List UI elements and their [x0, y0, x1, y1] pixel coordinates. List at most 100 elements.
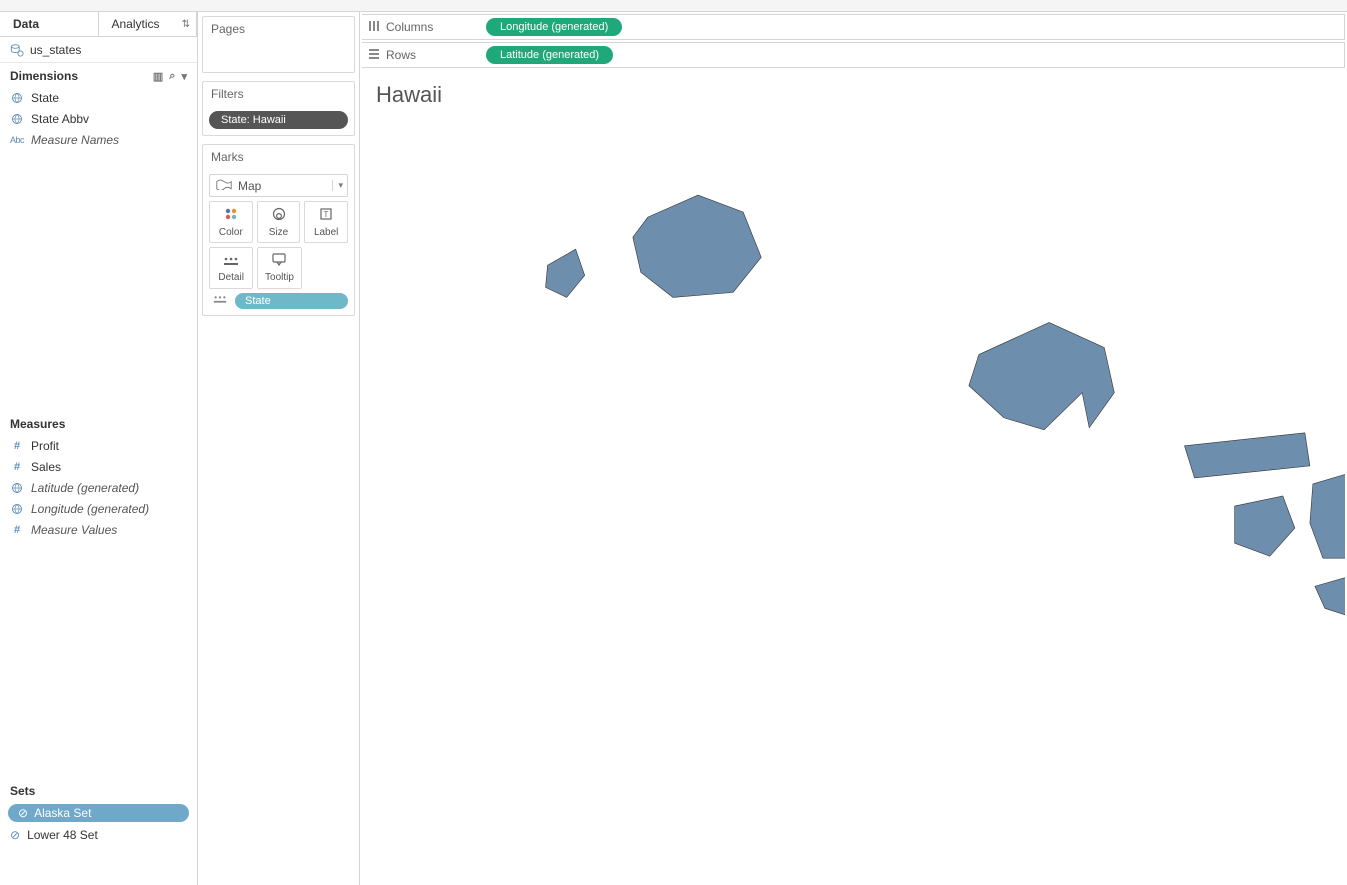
globe-icon	[10, 481, 24, 495]
view-grid-icon[interactable]: ▥	[153, 70, 163, 83]
mark-color[interactable]: Color	[209, 201, 253, 243]
set-alaska-label: Alaska Set	[34, 806, 91, 820]
rows-shelf[interactable]: Rows Latitude (generated)	[362, 42, 1345, 68]
dimensions-label: Dimensions	[10, 69, 78, 83]
set-alaska[interactable]: ⊘ Alaska Set	[8, 804, 189, 822]
app-toolbar	[0, 0, 1347, 12]
data-pane: Data Analytics ⇅ us_states Dimensions ▥ …	[0, 12, 198, 885]
island-kahoolawe	[1315, 576, 1345, 616]
dimensions-header: Dimensions ▥ ⌕ ▾	[0, 63, 197, 87]
field-measure-names-label: Measure Names	[31, 133, 119, 147]
mark-size[interactable]: Size	[257, 201, 301, 243]
field-measure-names[interactable]: Abc Measure Names	[0, 129, 197, 150]
tab-data-label: Data	[13, 17, 39, 31]
mark-detail-label: Detail	[218, 272, 244, 283]
cards-pane: Pages Filters State: Hawaii Marks Map ▾	[198, 12, 360, 885]
worksheet-area: Columns Longitude (generated) Rows Latit…	[360, 12, 1347, 885]
filter-pill-state[interactable]: State: Hawaii	[209, 111, 348, 129]
hawaii-map	[362, 113, 1345, 883]
set-lower48[interactable]: ⊘ Lower 48 Set	[0, 824, 197, 845]
field-profit[interactable]: # Profit	[0, 435, 197, 456]
mark-detail-pill-row: State	[209, 293, 348, 309]
svg-text:T: T	[324, 210, 329, 219]
measures-label: Measures	[10, 417, 65, 431]
label-icon: T	[318, 206, 334, 225]
size-icon	[271, 206, 287, 225]
filters-card-header: Filters	[203, 82, 354, 107]
pages-card[interactable]: Pages	[202, 16, 355, 73]
columns-shelf[interactable]: Columns Longitude (generated)	[362, 14, 1345, 40]
data-pane-tabs: Data Analytics ⇅	[0, 12, 197, 37]
field-longitude-gen-label: Longitude (generated)	[31, 502, 149, 516]
detail-glyph-icon[interactable]	[209, 295, 231, 308]
tab-data[interactable]: Data	[0, 12, 99, 36]
mark-tooltip-label: Tooltip	[265, 272, 294, 283]
color-icon	[223, 206, 239, 225]
island-oahu	[969, 322, 1114, 429]
hash-icon: #	[10, 439, 24, 453]
detail-icon	[223, 254, 239, 270]
set-icon: ⊘	[10, 828, 20, 842]
island-molokai	[1185, 433, 1310, 478]
field-longitude-gen[interactable]: Longitude (generated)	[0, 498, 197, 519]
chevron-down-icon: ▾	[332, 180, 343, 191]
mark-type-selector[interactable]: Map ▾	[209, 174, 348, 197]
mark-tooltip[interactable]: Tooltip	[257, 247, 301, 289]
tab-analytics-label: Analytics	[112, 17, 160, 31]
field-profit-label: Profit	[31, 439, 59, 453]
datasource-name: us_states	[30, 43, 81, 57]
columns-label: Columns	[386, 20, 433, 34]
mark-size-label: Size	[269, 227, 288, 238]
filters-card[interactable]: Filters State: Hawaii	[202, 81, 355, 136]
hash-icon: #	[10, 523, 24, 537]
pages-card-header: Pages	[203, 17, 354, 42]
island-kauai	[633, 195, 761, 297]
dimensions-list: State State Abbv Abc Measure Names	[0, 87, 197, 158]
island-maui	[1310, 473, 1345, 558]
mark-color-label: Color	[219, 227, 243, 238]
rows-icon	[368, 48, 380, 63]
swap-icon: ⇅	[182, 19, 190, 30]
tooltip-icon	[271, 253, 287, 270]
sets-label: Sets	[10, 784, 35, 798]
mark-label-label: Label	[314, 227, 338, 238]
hash-icon: #	[10, 460, 24, 474]
columns-icon	[368, 20, 380, 35]
viz-title[interactable]: Hawaii	[360, 68, 1347, 112]
measures-header: Measures	[0, 411, 197, 435]
field-latitude-gen-label: Latitude (generated)	[31, 481, 139, 495]
rows-pill-latitude[interactable]: Latitude (generated)	[486, 46, 613, 64]
field-measure-values[interactable]: # Measure Values	[0, 519, 197, 540]
island-lanai	[1235, 496, 1295, 556]
globe-icon	[10, 112, 24, 126]
field-state-label: State	[31, 91, 59, 105]
abc-icon: Abc	[10, 133, 24, 147]
measures-list: # Profit # Sales Latitude (generated) Lo…	[0, 435, 197, 548]
detail-pill-state[interactable]: State	[235, 293, 348, 309]
mark-type-label: Map	[238, 179, 261, 193]
viz-canvas[interactable]	[362, 112, 1345, 883]
globe-icon	[10, 91, 24, 105]
field-latitude-gen[interactable]: Latitude (generated)	[0, 477, 197, 498]
map-type-icon	[216, 178, 232, 193]
globe-icon	[10, 502, 24, 516]
field-measure-values-label: Measure Values	[31, 523, 117, 537]
sets-header: Sets	[0, 778, 197, 802]
field-state[interactable]: State	[0, 87, 197, 108]
set-lower48-label: Lower 48 Set	[27, 828, 98, 842]
mark-label[interactable]: T Label	[304, 201, 348, 243]
set-icon: ⊘	[18, 806, 28, 820]
datasource-row[interactable]: us_states	[0, 37, 197, 63]
marks-card-header: Marks	[203, 145, 354, 170]
tab-analytics[interactable]: Analytics ⇅	[99, 12, 198, 36]
island-niihau	[546, 249, 585, 297]
menu-caret-icon[interactable]: ▾	[181, 70, 187, 83]
search-icon[interactable]: ⌕	[169, 70, 175, 83]
field-state-abbv-label: State Abbv	[31, 112, 89, 126]
field-state-abbv[interactable]: State Abbv	[0, 108, 197, 129]
mark-detail[interactable]: Detail	[209, 247, 253, 289]
columns-pill-longitude[interactable]: Longitude (generated)	[486, 18, 622, 36]
datasource-icon	[10, 43, 24, 57]
field-sales-label: Sales	[31, 460, 61, 474]
field-sales[interactable]: # Sales	[0, 456, 197, 477]
